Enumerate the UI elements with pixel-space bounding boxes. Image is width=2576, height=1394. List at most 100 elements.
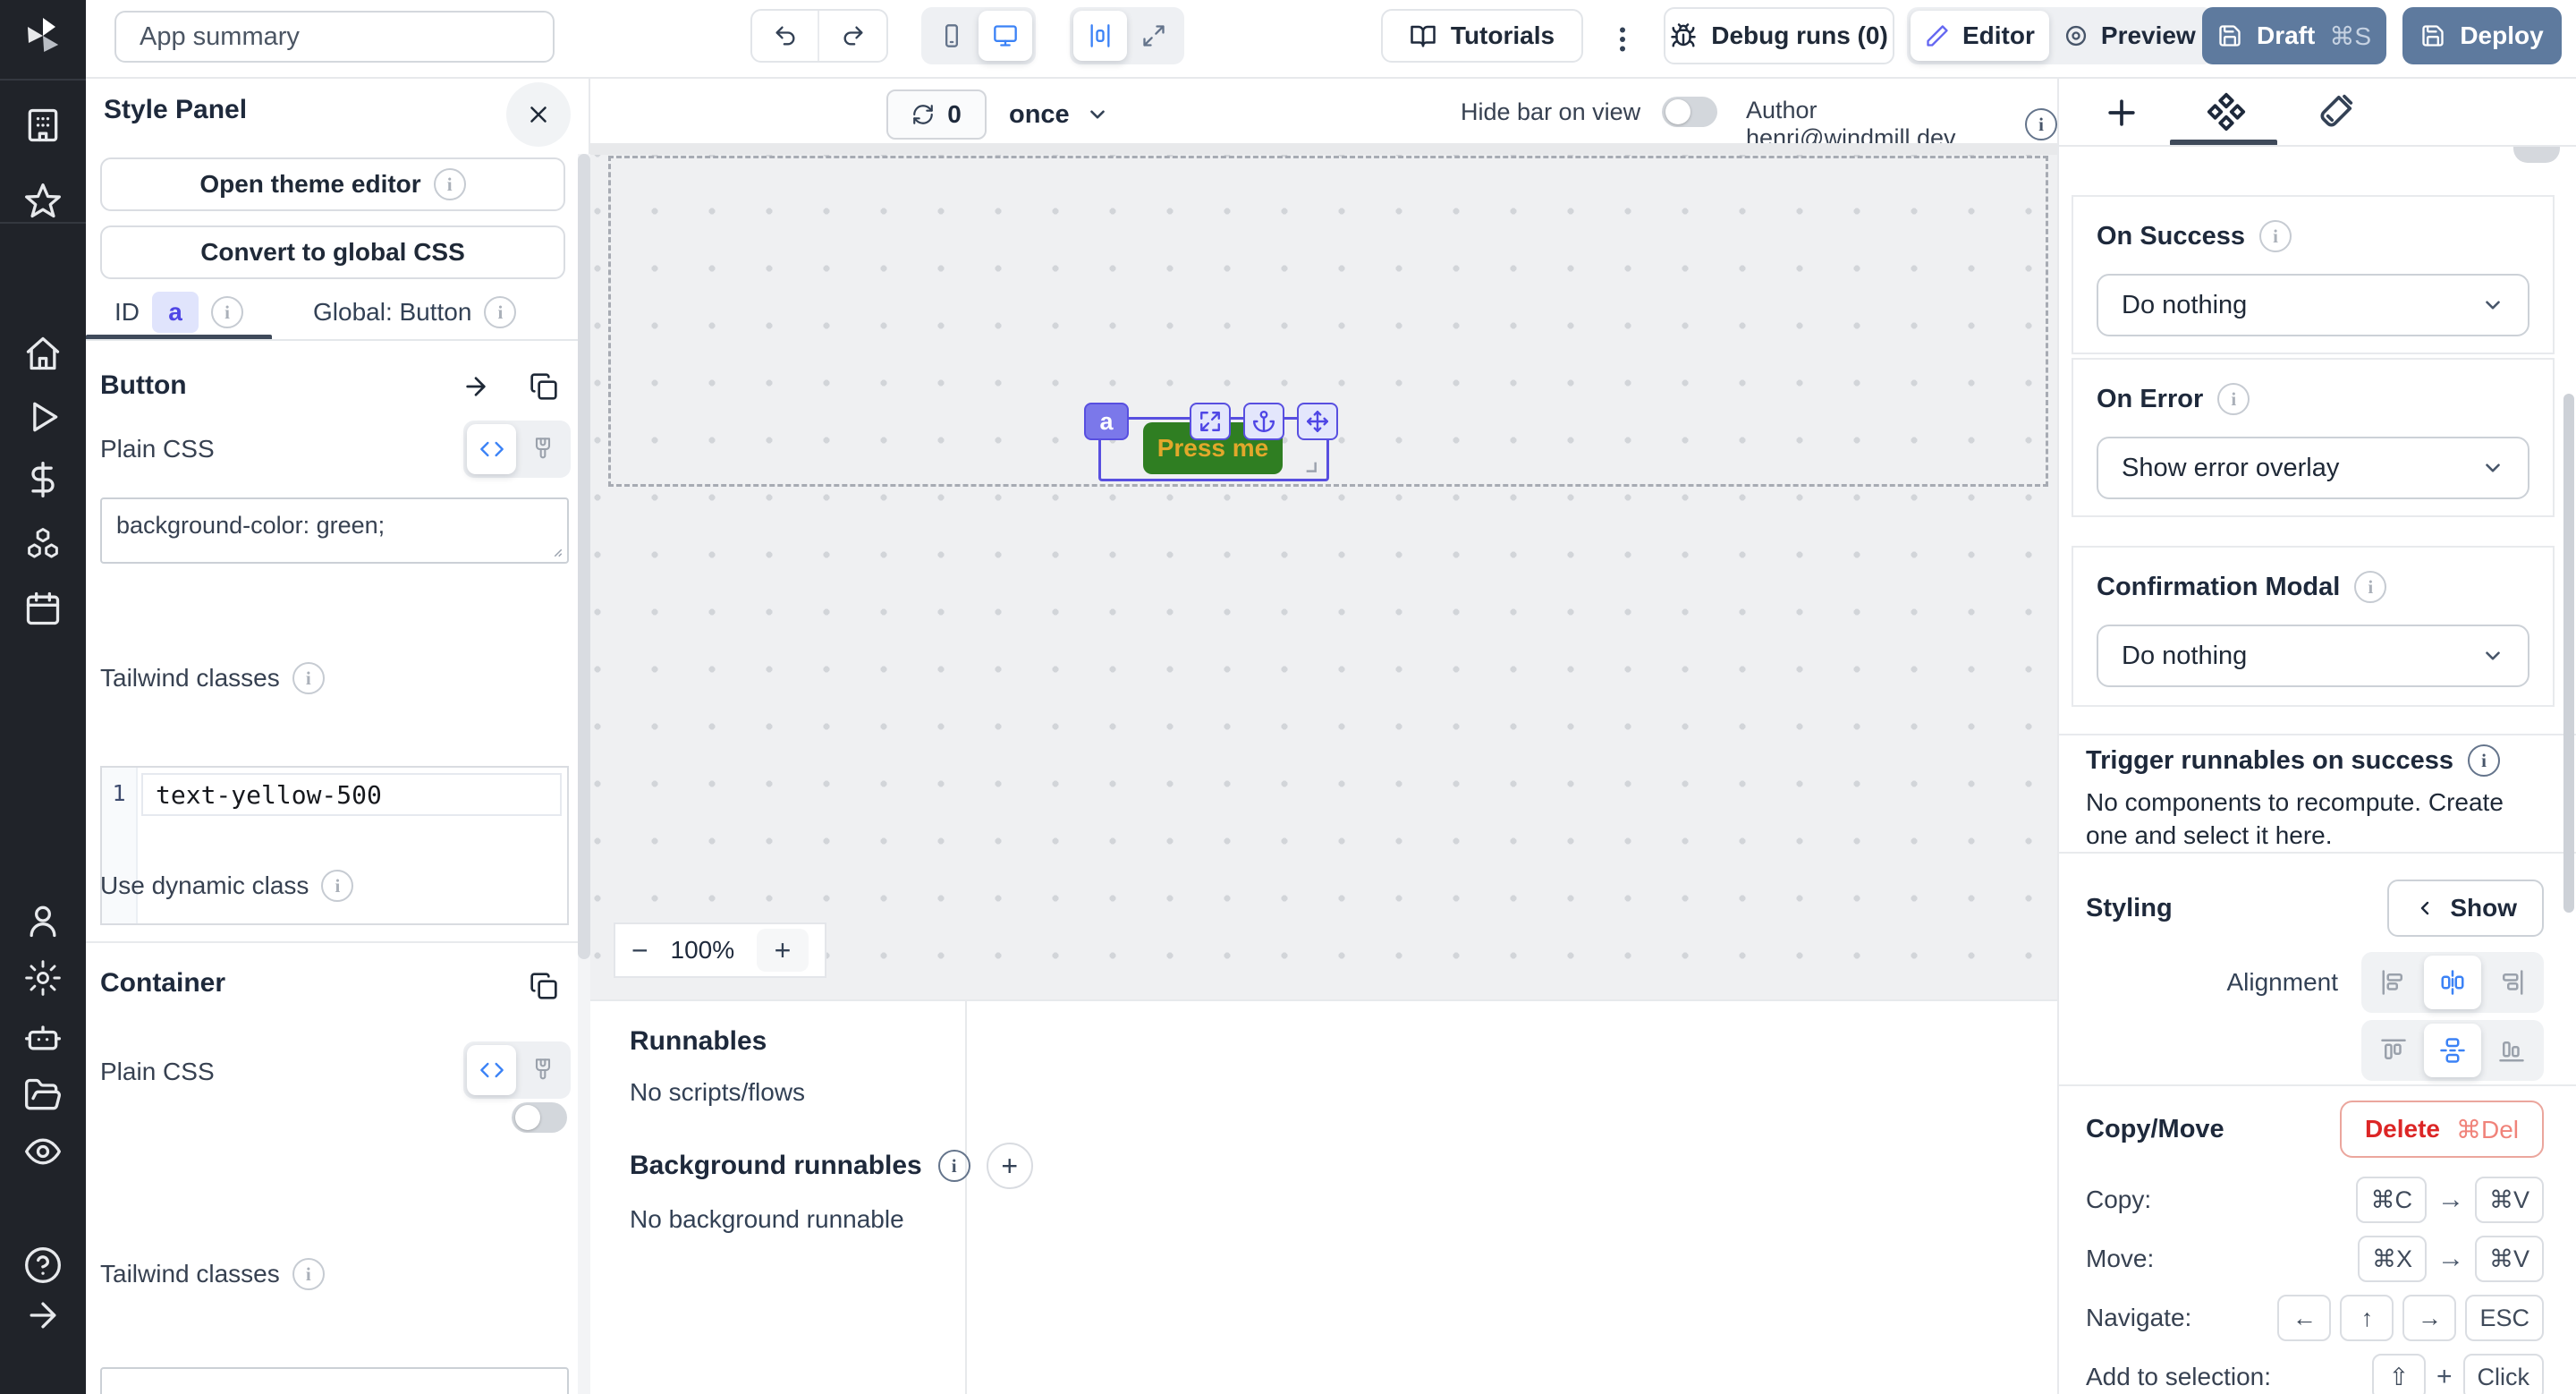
info-icon[interactable]: [2468, 744, 2500, 777]
on-success-select[interactable]: Do nothing: [2097, 274, 2529, 336]
confirmation-modal-select[interactable]: Do nothing: [2097, 625, 2529, 687]
preview-tab[interactable]: Preview: [2049, 11, 2210, 61]
full-width-button[interactable]: [1127, 11, 1181, 61]
info-icon[interactable]: [2354, 571, 2386, 603]
move-component-handle[interactable]: [1297, 403, 1338, 440]
app-summary-input[interactable]: App summary: [114, 11, 555, 63]
insert-component-tab-plus-icon[interactable]: [2102, 93, 2141, 132]
styling-tab-brush-icon[interactable]: [2315, 93, 2354, 132]
refresh-count-button[interactable]: 0: [886, 89, 987, 140]
open-theme-editor-button[interactable]: Open theme editor: [100, 157, 565, 211]
tab-id[interactable]: ID a: [114, 292, 243, 333]
tutorials-button[interactable]: Tutorials: [1381, 9, 1583, 63]
align-horizontal-center-button[interactable]: [2424, 956, 2481, 1009]
expand-sidebar-arrow-icon[interactable]: [23, 1296, 63, 1335]
variables-dollar-icon[interactable]: [23, 460, 63, 499]
draft-label: Draft: [2257, 21, 2315, 50]
info-icon[interactable]: [484, 296, 516, 328]
align-right-button[interactable]: [2483, 956, 2540, 1009]
tab-global-button[interactable]: Global: Button: [313, 292, 516, 333]
settings-gear-icon[interactable]: [23, 958, 63, 998]
tailwind-label-row: Tailwind classes: [100, 662, 325, 694]
info-icon[interactable]: [292, 1258, 325, 1290]
tailwind-classes-label: Tailwind classes: [100, 1260, 280, 1288]
home-icon[interactable]: [23, 334, 63, 373]
zoom-in-button[interactable]: +: [757, 929, 809, 972]
right-panel-scrollbar-thumb[interactable]: [2563, 394, 2574, 913]
editor-active-line[interactable]: text-yellow-500: [141, 773, 562, 816]
debug-runs-button[interactable]: Debug runs (0): [1664, 7, 1894, 64]
favorites-star-icon[interactable]: [23, 182, 63, 221]
tailwind-label-row: Tailwind classes: [100, 1258, 325, 1290]
paint-mode-button[interactable]: [518, 1045, 567, 1095]
bounded-width-button[interactable]: [1073, 11, 1127, 61]
draft-save-button[interactable]: Draft ⌘S: [2202, 7, 2386, 64]
background-runnables-row: Background runnables +: [630, 1143, 1033, 1189]
component-resize-corner[interactable]: [1301, 456, 1318, 474]
topbar: App summary: [86, 0, 2576, 79]
use-dynamic-class-toggle[interactable]: [512, 1102, 567, 1133]
plain-css-textarea[interactable]: background-color: green;: [100, 497, 569, 564]
resources-boxes-icon[interactable]: [23, 524, 63, 564]
expand-component-handle[interactable]: [1190, 403, 1231, 440]
align-bottom-button[interactable]: [2483, 1024, 2540, 1077]
zoom-out-button[interactable]: −: [631, 934, 648, 967]
component-settings-tab-icon[interactable]: [2206, 91, 2247, 132]
close-style-panel-button[interactable]: [506, 82, 571, 147]
users-icon[interactable]: [23, 901, 63, 940]
plain-css-textarea[interactable]: [100, 1367, 569, 1394]
schedules-calendar-icon[interactable]: [23, 589, 63, 628]
arrow-right-icon[interactable]: [462, 372, 490, 401]
info-icon[interactable]: [2025, 108, 2057, 140]
add-background-runnable-button[interactable]: +: [987, 1143, 1033, 1189]
align-left-button[interactable]: [2365, 956, 2422, 1009]
align-vertical-center-button[interactable]: [2424, 1024, 2481, 1077]
hide-bar-toggle[interactable]: [1662, 97, 1717, 127]
tab-global-label: Global: Button: [313, 298, 471, 327]
runs-play-icon[interactable]: [23, 397, 63, 437]
tab-row-border: [86, 339, 590, 341]
copy-style-icon[interactable]: [530, 372, 558, 401]
info-icon[interactable]: [938, 1150, 970, 1182]
copy-style-icon[interactable]: [530, 972, 558, 1000]
paint-mode-button[interactable]: [518, 424, 567, 474]
styling-show-button[interactable]: Show: [2387, 880, 2544, 937]
redo-button[interactable]: [819, 11, 886, 61]
canvas[interactable]: Press me a − 100% +: [590, 143, 2057, 999]
folders-icon[interactable]: [23, 1075, 63, 1115]
windmill-logo-icon[interactable]: [21, 14, 64, 57]
kbd-click: Click: [2463, 1354, 2545, 1394]
info-icon[interactable]: [292, 662, 325, 694]
anchor-component-handle[interactable]: [1243, 403, 1284, 440]
convert-global-css-button[interactable]: Convert to global CSS: [100, 225, 565, 279]
style-panel-scrollbar-thumb[interactable]: [578, 154, 590, 959]
info-icon[interactable]: [321, 870, 353, 902]
run-mode-dropdown[interactable]: once: [1009, 95, 1109, 134]
code-mode-button[interactable]: [467, 424, 516, 474]
desktop-view-button[interactable]: [979, 11, 1032, 61]
runnables-panel: Runnables No scripts/flows Background ru…: [590, 999, 2057, 1394]
alignment-label: Alignment: [2226, 968, 2338, 997]
workspace-building-icon[interactable]: [23, 106, 63, 145]
resize-handle-icon[interactable]: [547, 542, 564, 558]
mobile-view-button[interactable]: [925, 11, 979, 61]
editor-tab[interactable]: Editor: [1911, 11, 2049, 61]
help-icon[interactable]: [23, 1245, 63, 1285]
on-error-select[interactable]: Show error overlay: [2097, 437, 2529, 499]
align-top-button[interactable]: [2365, 1024, 2422, 1077]
partial-toggle[interactable]: [2513, 147, 2560, 163]
info-icon[interactable]: [211, 296, 243, 328]
info-icon[interactable]: [434, 168, 466, 200]
code-mode-button[interactable]: [467, 1045, 516, 1095]
info-icon[interactable]: [2217, 383, 2250, 415]
more-options-kebab-icon[interactable]: [1606, 20, 1639, 59]
audit-eye-icon[interactable]: [23, 1132, 63, 1171]
show-label: Show: [2450, 894, 2517, 922]
component-id-tag[interactable]: a: [1084, 403, 1129, 440]
info-icon[interactable]: [2259, 220, 2292, 252]
copy-shortcut-keys: ⌘C → ⌘V: [2356, 1177, 2544, 1223]
delete-component-button[interactable]: Delete ⌘Del: [2340, 1101, 2544, 1158]
undo-button[interactable]: [752, 11, 819, 61]
workers-bot-icon[interactable]: [23, 1017, 63, 1057]
deploy-button[interactable]: Deploy: [2402, 7, 2562, 64]
